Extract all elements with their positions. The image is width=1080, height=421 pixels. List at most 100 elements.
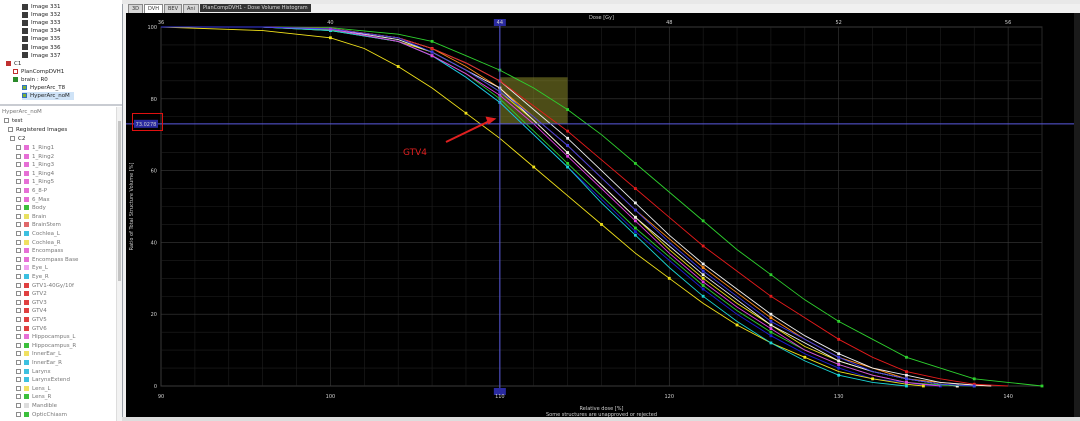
tree-item[interactable]: HyperArc_T8 <box>22 84 65 92</box>
structure-item[interactable]: 1_Ring3 <box>16 161 54 169</box>
scrollbar-thumb[interactable] <box>118 121 121 281</box>
tree-item[interactable]: brain : R0 <box>13 76 48 84</box>
tree-item[interactable]: Image 334 <box>22 27 60 35</box>
structure-item[interactable]: GTV4 <box>16 307 47 315</box>
course-node[interactable]: C2 <box>10 135 25 143</box>
structure-item[interactable]: Brain <box>16 213 46 221</box>
image-icon <box>22 35 28 42</box>
structure-checkbox[interactable] <box>16 274 21 279</box>
structure-checkbox[interactable] <box>16 248 21 254</box>
structure-checkbox[interactable] <box>16 170 21 176</box>
structure-item[interactable]: Cochlea_L <box>16 230 60 238</box>
tree-item[interactable]: PlanCompDVH1 <box>13 68 64 76</box>
structure-checkbox[interactable] <box>16 222 21 228</box>
structure-item[interactable]: GTV6 <box>16 325 47 333</box>
structure-checkbox[interactable] <box>16 188 21 193</box>
structure-item[interactable]: BrainStem <box>16 221 61 229</box>
structure-checkbox[interactable] <box>16 377 21 383</box>
tree-item[interactable]: Image 333 <box>22 19 60 27</box>
structure-item[interactable]: OpticChiasm <box>16 411 67 419</box>
structure-checkbox[interactable] <box>16 205 21 211</box>
structure-checkbox[interactable] <box>16 145 21 150</box>
plan-icon <box>22 85 27 90</box>
structure-checkbox[interactable] <box>16 179 21 185</box>
dvh-marker <box>837 355 841 359</box>
patient-checkbox[interactable] <box>4 118 9 123</box>
tree-item[interactable]: Image 332 <box>22 11 60 19</box>
dvh-marker <box>566 165 570 169</box>
structure-label: 1_Ring2 <box>32 153 55 160</box>
structure-item[interactable]: Lens_L <box>16 385 51 393</box>
structure-checkbox[interactable] <box>16 368 21 374</box>
structure-item[interactable]: Cochlea_R <box>16 239 61 247</box>
structure-item[interactable]: Eye_L <box>16 264 48 272</box>
structure-checkbox[interactable] <box>16 385 21 391</box>
structure-checkbox[interactable] <box>16 239 21 245</box>
dvh-marker <box>532 165 536 169</box>
tree-item[interactable]: Image 331 <box>22 3 60 11</box>
structure-checkbox[interactable] <box>16 196 21 202</box>
chart-cursors[interactable] <box>126 19 1080 395</box>
structure-item[interactable]: 1_Ring4 <box>16 170 54 178</box>
structure-item[interactable]: Body <box>16 204 46 212</box>
structure-item[interactable]: 6_8-P <box>16 187 47 195</box>
tree-item[interactable]: Image 337 <box>22 52 60 60</box>
structure-item[interactable]: Eye_R <box>16 273 49 281</box>
structure-checkbox[interactable] <box>16 317 21 322</box>
dvh-chart[interactable]: 0 20 40 60 80 100 90 100 110 120 130 140 36 40 44 48 52 5… <box>126 13 1080 417</box>
structure-item[interactable]: Encompass Base <box>16 256 78 264</box>
structure-item[interactable]: Hippocampus_L <box>16 333 75 341</box>
dvh-marker <box>701 284 705 287</box>
structure-checkbox[interactable] <box>16 299 21 305</box>
structure-checkbox[interactable] <box>16 213 21 219</box>
tree-item[interactable]: C1 <box>6 60 21 68</box>
structure-item[interactable]: Hippocampus_R <box>16 342 76 350</box>
structure-item[interactable]: Encompass <box>16 247 63 255</box>
dvh-plot[interactable]: 0 20 40 60 80 100 90 100 110 120 130 140 36 40 44 48 52 5… <box>126 13 1080 417</box>
structure-list-scrollbar[interactable] <box>116 107 122 421</box>
structure-checkbox[interactable] <box>16 394 21 400</box>
structure-item[interactable]: 1_Ring1 <box>16 144 54 152</box>
structure-checkbox[interactable] <box>16 231 21 236</box>
structure-item[interactable]: 1_Ring2 <box>16 153 54 161</box>
structure-color-swatch <box>24 368 29 374</box>
registered-images-node[interactable]: Registered Images <box>8 126 67 134</box>
structure-checkbox[interactable] <box>16 403 21 408</box>
x2-tick-label: 44 <box>497 20 503 26</box>
structure-checkbox[interactable] <box>16 351 21 357</box>
structure-checkbox[interactable] <box>16 308 21 314</box>
structure-item[interactable]: GTV3 <box>16 299 47 307</box>
tree-item[interactable]: Image 336 <box>22 44 60 52</box>
structure-item[interactable]: Larynx <box>16 368 51 376</box>
structure-item[interactable]: GTV1-40Gy/10f <box>16 282 74 290</box>
structure-checkbox[interactable] <box>16 411 21 417</box>
structure-item[interactable]: InnerEar_R <box>16 359 62 367</box>
structure-item[interactable]: InnerEar_L <box>16 350 61 358</box>
structure-checkbox[interactable] <box>16 265 21 271</box>
structure-checkbox[interactable] <box>16 360 21 365</box>
patient-node[interactable]: test <box>4 117 23 125</box>
structure-item[interactable]: Lens_R <box>16 393 51 401</box>
structure-item[interactable]: LarynxExtend <box>16 376 70 384</box>
tree-item[interactable]: Image 335 <box>22 35 60 43</box>
structure-checkbox[interactable] <box>16 334 21 340</box>
structure-item[interactable]: 1_Ring5 <box>16 178 54 186</box>
structure-item[interactable]: Mandible <box>16 402 57 410</box>
structure-checkbox[interactable] <box>16 256 21 262</box>
plot-scrollbar[interactable] <box>1074 13 1080 417</box>
structure-label: Brain <box>32 213 47 220</box>
structure-item[interactable]: 6_Max <box>16 196 50 204</box>
structure-panel: HyperArc_noM test Registered Images C2 1… <box>0 107 122 421</box>
structure-item[interactable]: GTV2 <box>16 290 47 298</box>
tree-item[interactable]: HyperArc_noM <box>22 92 74 101</box>
course-checkbox[interactable] <box>10 136 15 141</box>
structure-item[interactable]: GTV5 <box>16 316 47 324</box>
structure-checkbox[interactable] <box>16 282 21 288</box>
structure-checkbox[interactable] <box>16 342 21 348</box>
registered-checkbox[interactable] <box>8 127 13 132</box>
structure-checkbox[interactable] <box>16 162 21 168</box>
structure-checkbox[interactable] <box>16 325 21 331</box>
x-tick-label: 130 <box>834 394 844 400</box>
structure-checkbox[interactable] <box>16 291 21 297</box>
structure-checkbox[interactable] <box>16 153 21 159</box>
